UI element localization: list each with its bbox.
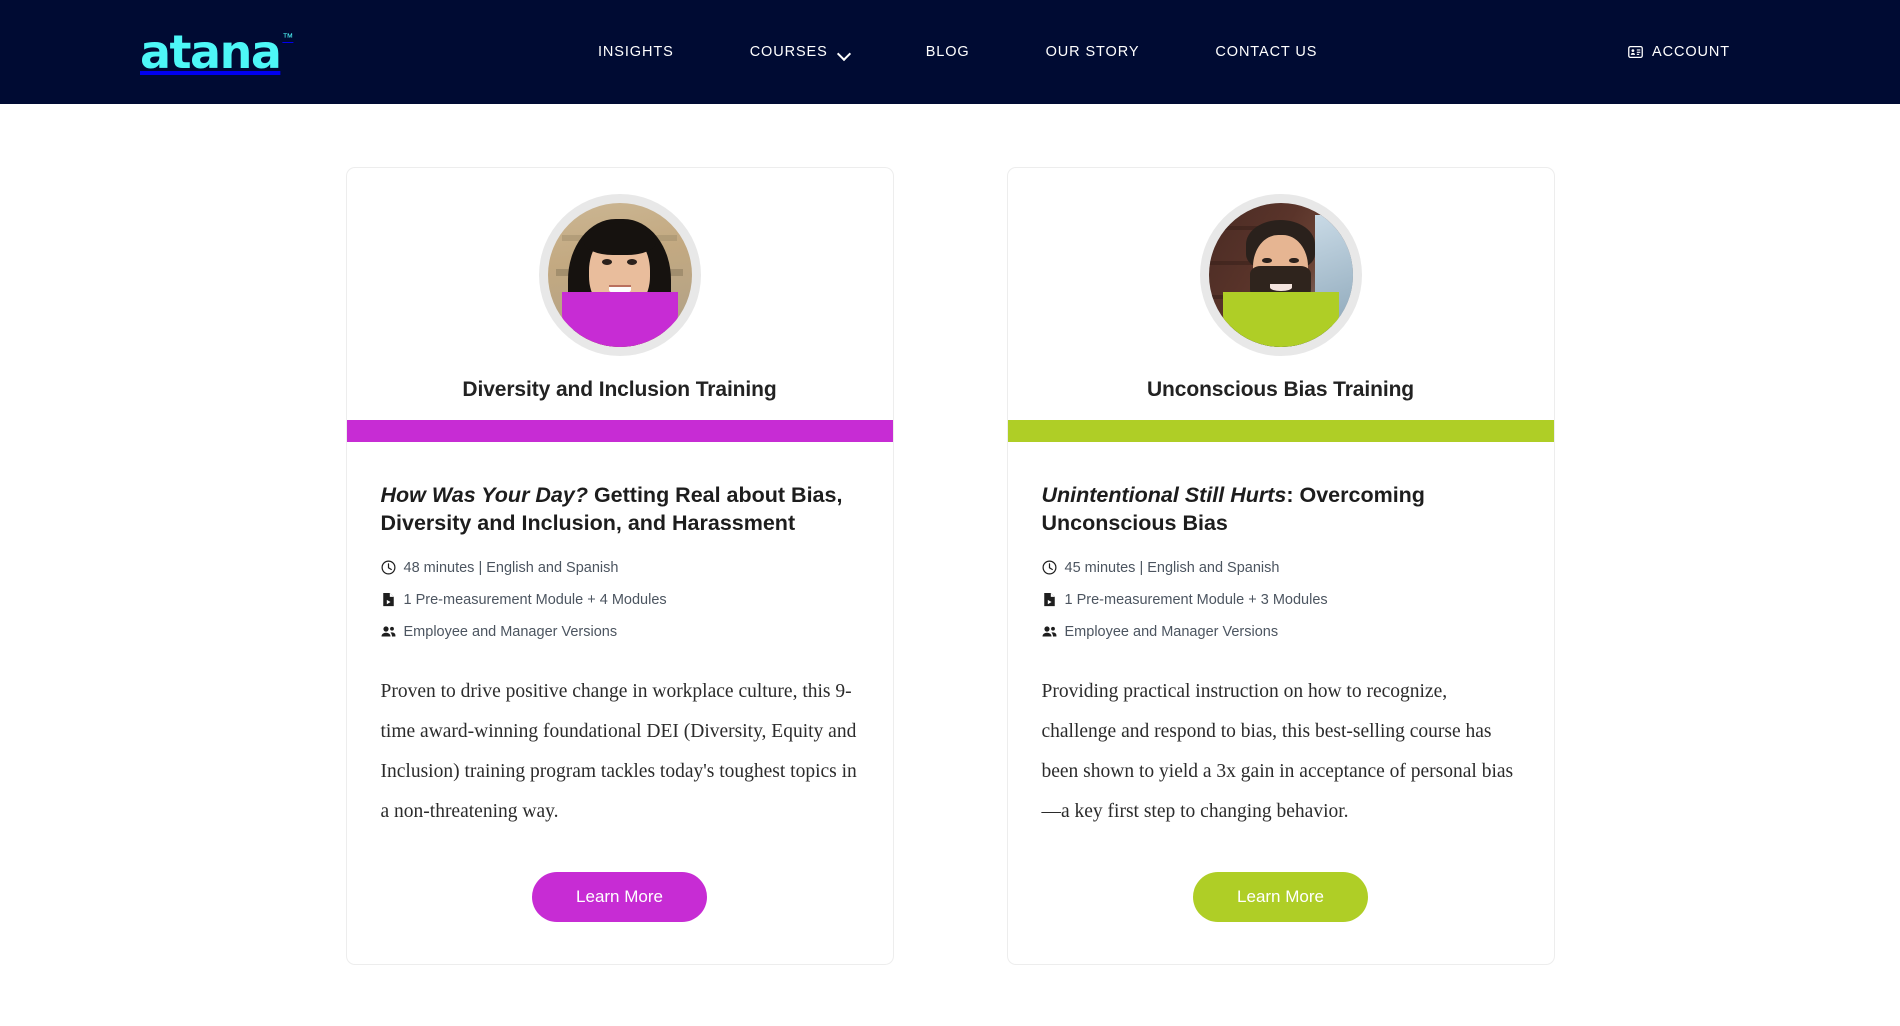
course-meta-duration: 45 minutes | English and Spanish xyxy=(1042,560,1520,576)
card-accent-bar xyxy=(1007,420,1554,442)
course-meta-versions-text: Employee and Manager Versions xyxy=(1064,623,1279,640)
card-accent-bar xyxy=(346,420,893,442)
course-meta-duration-text: 48 minutes | English and Spanish xyxy=(403,559,619,576)
trademark-symbol: ™ xyxy=(282,32,294,44)
clock-icon xyxy=(1042,560,1056,575)
card-footer: Learn More xyxy=(1008,832,1554,965)
card-category-title: Diversity and Inclusion Training xyxy=(462,378,777,401)
learn-more-button[interactable]: Learn More xyxy=(1193,871,1368,923)
course-heading-italic: Unintentional Still Hurts xyxy=(1041,483,1287,507)
nav-label-contact-us: CONTACT US xyxy=(1215,44,1318,60)
course-meta-modules: 1 Pre-measurement Module + 3 Modules xyxy=(1042,592,1520,608)
users-icon xyxy=(1042,626,1056,637)
card-footer: Learn More xyxy=(347,832,893,965)
module-file-icon xyxy=(1043,593,1055,607)
course-description: Providing practical instruction on how t… xyxy=(1041,680,1514,822)
id-card-icon xyxy=(1628,46,1643,58)
card-category-title: Unconscious Bias Training xyxy=(1146,378,1415,401)
course-meta-versions: Employee and Manager Versions xyxy=(381,624,859,640)
course-cards-container: Diversity and Inclusion Training How Was… xyxy=(0,104,1900,966)
avatar xyxy=(1199,194,1362,356)
logo-wordmark: atana xyxy=(140,25,282,79)
nav-item-courses[interactable]: COURSES xyxy=(712,44,888,60)
course-description: Proven to drive positive change in workp… xyxy=(380,680,857,822)
course-heading: How Was Your Day? Getting Real about Bia… xyxy=(381,482,859,538)
card-header: Diversity and Inclusion Training xyxy=(347,168,893,402)
nav-item-insights[interactable]: INSIGHTS xyxy=(560,44,712,60)
nav-label-courses: COURSES xyxy=(749,44,828,60)
nav-item-blog[interactable]: BLOG xyxy=(888,44,1008,60)
site-logo[interactable]: atana ™ xyxy=(140,29,293,75)
users-icon xyxy=(381,626,395,637)
course-meta-modules-text: 1 Pre-measurement Module + 3 Modules xyxy=(1064,591,1328,608)
avatar-accent-arc xyxy=(561,292,678,347)
avatar xyxy=(538,194,701,356)
nav-item-contact-us[interactable]: CONTACT US xyxy=(1177,44,1355,60)
course-card: Diversity and Inclusion Training How Was… xyxy=(345,167,894,966)
nav-label-insights: INSIGHTS xyxy=(598,44,674,60)
avatar-accent-arc xyxy=(1222,292,1339,347)
card-body: Unintentional Still Hurts: Overcoming Un… xyxy=(1008,442,1554,832)
course-heading: Unintentional Still Hurts: Overcoming Un… xyxy=(1042,482,1520,538)
course-heading-italic: How Was Your Day? xyxy=(380,483,588,507)
main-navigation: INSIGHTS COURSES BLOG OUR STORY CONTACT … xyxy=(560,0,1355,104)
course-meta-duration: 48 minutes | English and Spanish xyxy=(381,560,859,576)
account-link[interactable]: ACCOUNT xyxy=(1628,44,1730,60)
nav-label-our-story: OUR STORY xyxy=(1045,44,1140,60)
site-header: atana ™ INSIGHTS COURSES BLOG OUR STORY … xyxy=(0,0,1900,104)
course-card: Unconscious Bias Training Unintentional … xyxy=(1006,167,1555,966)
card-header: Unconscious Bias Training xyxy=(1008,168,1554,402)
learn-more-button[interactable]: Learn More xyxy=(532,871,707,923)
course-meta-modules-text: 1 Pre-measurement Module + 4 Modules xyxy=(403,591,667,608)
course-meta-versions-text: Employee and Manager Versions xyxy=(403,623,618,640)
module-file-icon xyxy=(382,593,394,607)
clock-icon xyxy=(381,560,395,575)
card-body: How Was Your Day? Getting Real about Bia… xyxy=(347,442,893,832)
chevron-down-icon xyxy=(839,49,850,56)
course-meta-versions: Employee and Manager Versions xyxy=(1042,624,1520,640)
account-label: ACCOUNT xyxy=(1652,44,1730,60)
nav-item-our-story[interactable]: OUR STORY xyxy=(1008,44,1178,60)
course-meta-duration-text: 45 minutes | English and Spanish xyxy=(1064,559,1280,576)
course-meta-modules: 1 Pre-measurement Module + 4 Modules xyxy=(381,592,859,608)
nav-label-blog: BLOG xyxy=(925,44,970,60)
